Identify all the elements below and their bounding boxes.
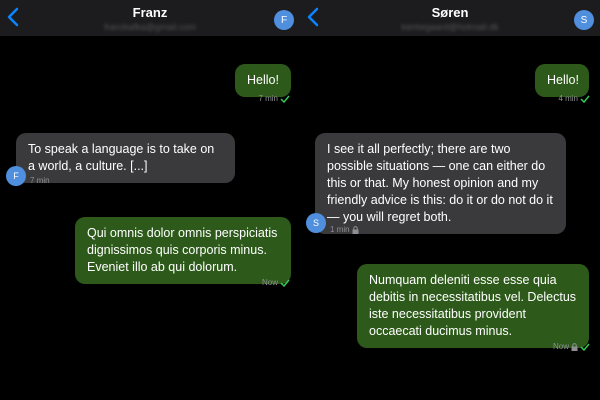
message-time: 1 min xyxy=(330,225,350,234)
message-meta: Now xyxy=(262,278,290,287)
outgoing-message[interactable]: Hello! xyxy=(235,64,291,97)
message-text: Hello! xyxy=(547,73,579,87)
message-text: To speak a language is to take on a worl… xyxy=(28,142,215,173)
message-text: Numquam deleniti esse esse quia debitis … xyxy=(369,273,577,338)
checkmark-icon xyxy=(280,95,290,103)
message-meta: 1 min xyxy=(330,225,359,234)
checkmark-icon xyxy=(580,95,590,103)
message-time: Now xyxy=(261,278,278,287)
message-time: 7 min xyxy=(258,94,278,103)
checkmark-icon xyxy=(280,279,290,287)
checkmark-icon xyxy=(580,343,590,351)
chat-header: Søren kierkegaard@hotmail.dk S xyxy=(300,0,600,36)
outgoing-message[interactable]: Hello! xyxy=(535,64,589,97)
contact-email: kierkegaard@hotmail.dk xyxy=(401,22,499,32)
incoming-message[interactable]: I see it all perfectly; there are two po… xyxy=(315,133,566,234)
contact-email: franzkafka@gmail.com xyxy=(104,22,196,32)
contact-name[interactable]: Søren xyxy=(300,5,600,20)
chat-pane-franz: Franz franzkafka@gmail.com F Hello! 7 mi… xyxy=(0,0,300,400)
message-meta: 7 min xyxy=(30,176,50,185)
message-text: Qui omnis dolor omnis perspiciatis digni… xyxy=(87,226,278,274)
sender-avatar[interactable]: S xyxy=(306,213,326,233)
lock-icon xyxy=(571,342,578,351)
header-avatar[interactable]: F xyxy=(274,10,294,30)
message-time: 7 min xyxy=(30,176,50,185)
outgoing-message[interactable]: Qui omnis dolor omnis perspiciatis digni… xyxy=(75,217,291,284)
chat-pane-soren: Søren kierkegaard@hotmail.dk S Hello! 4 … xyxy=(300,0,600,400)
lock-icon xyxy=(352,225,359,234)
message-meta: 7 min xyxy=(258,94,290,103)
message-time: Now xyxy=(552,342,569,351)
message-text: Hello! xyxy=(247,73,279,87)
sender-avatar[interactable]: F xyxy=(6,166,26,186)
message-time: 4 min xyxy=(558,94,578,103)
message-text: I see it all perfectly; there are two po… xyxy=(327,142,553,224)
message-meta: Now xyxy=(553,342,590,351)
contact-name[interactable]: Franz xyxy=(0,5,300,20)
message-meta: 4 min xyxy=(558,94,590,103)
outgoing-message[interactable]: Numquam deleniti esse esse quia debitis … xyxy=(357,264,589,348)
chat-header: Franz franzkafka@gmail.com F xyxy=(0,0,300,36)
header-avatar[interactable]: S xyxy=(574,10,594,30)
